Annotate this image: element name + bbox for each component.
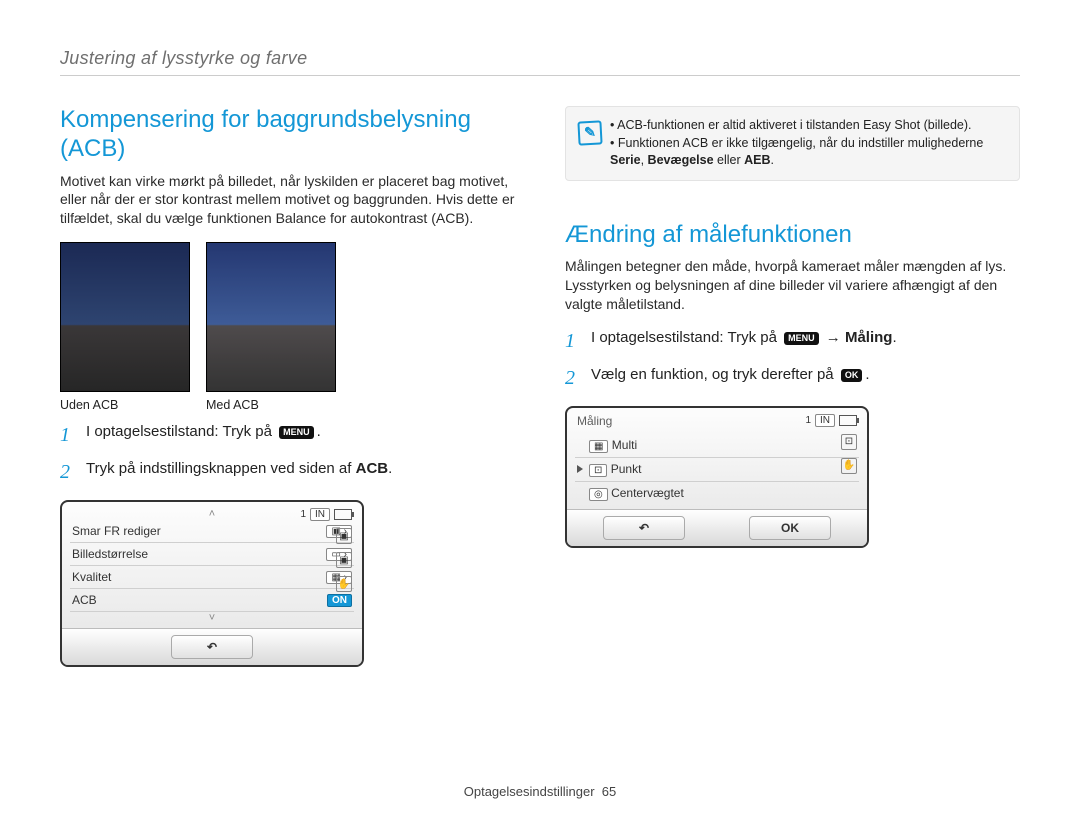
mode-icon: ▣ bbox=[336, 528, 352, 544]
step1-tail: . bbox=[317, 423, 321, 440]
step-number: 2 bbox=[60, 459, 76, 486]
side-icons: ▣ ▣ ✋ bbox=[336, 528, 352, 592]
heading-metering: Ændring af målefunktionen bbox=[565, 221, 1020, 250]
caption-with-acb: Med ACB bbox=[206, 398, 334, 412]
step2-tail: . bbox=[388, 460, 392, 477]
left-column: Kompensering for baggrundsbelysning (ACB… bbox=[60, 106, 515, 667]
caption-without-acb: Uden ACB bbox=[60, 398, 188, 412]
option-label: Multi bbox=[612, 438, 637, 452]
note-line-2: Funktionen ACB er ikke tilgængelig, når … bbox=[610, 135, 1005, 170]
option-label: Punkt bbox=[611, 462, 642, 476]
step-number: 1 bbox=[60, 422, 76, 449]
metering-option-spot[interactable]: ⊡ Punkt bbox=[575, 458, 859, 482]
step1-b: Måling bbox=[845, 329, 893, 346]
step1-a: I optagelsestilstand: Tryk på bbox=[591, 329, 781, 346]
menu-label: Smar FR rediger bbox=[72, 524, 161, 538]
menu-icon: MENU bbox=[784, 332, 819, 345]
battery-icon bbox=[839, 415, 857, 426]
note-line-1: ACB-funktionen er altid aktiveret i tils… bbox=[610, 117, 1005, 135]
step2-text-bold: ACB bbox=[356, 460, 389, 477]
option-label: Centervægtet bbox=[611, 486, 684, 500]
selection-indicator-icon bbox=[577, 465, 583, 473]
photo-with-acb bbox=[206, 242, 336, 392]
center-icon: ◎ bbox=[589, 488, 608, 501]
body-acb: Motivet kan virke mørkt på billedet, når… bbox=[60, 172, 515, 229]
step2-tail: . bbox=[865, 366, 869, 383]
menu-label: Billedstørrelse bbox=[72, 547, 148, 561]
metering-option-center[interactable]: ◎ Centervægtet bbox=[575, 482, 859, 505]
ok-button[interactable]: OK bbox=[749, 516, 831, 540]
info-note: ✎ ACB-funktionen er altid aktiveret i ti… bbox=[565, 106, 1020, 181]
menu-row-smart-fr[interactable]: Smar FR rediger ▣ › bbox=[70, 520, 354, 543]
step1-tail: . bbox=[892, 329, 896, 346]
page-footer: Optagelsesindstillinger 65 bbox=[0, 784, 1080, 799]
multi-icon: ▦ bbox=[589, 440, 608, 453]
anti-shake-icon: ✋ bbox=[336, 576, 352, 592]
note-icon: ✎ bbox=[577, 120, 602, 145]
step-number: 2 bbox=[565, 365, 581, 392]
menu-label: Kvalitet bbox=[72, 570, 111, 584]
example-images: Uden ACB Med ACB bbox=[60, 242, 515, 412]
status-count: 1 bbox=[300, 509, 306, 520]
footer-section: Optagelsesindstillinger bbox=[464, 784, 595, 799]
metering-option-multi[interactable]: ▦ Multi bbox=[575, 434, 859, 458]
arrow: → bbox=[822, 329, 845, 346]
right-step-1: 1 I optagelsestilstand: Tryk på MENU → M… bbox=[565, 328, 1020, 355]
footer-page-number: 65 bbox=[602, 784, 616, 799]
step2-a: Vælg en funktion, og tryk derefter på bbox=[591, 366, 838, 383]
menu-row-quality[interactable]: Kvalitet ▦ › bbox=[70, 566, 354, 589]
anti-shake-icon: ✋ bbox=[841, 458, 857, 474]
status-in-badge: IN bbox=[815, 414, 835, 427]
step-number: 1 bbox=[565, 328, 581, 355]
back-button[interactable]: ↶ bbox=[171, 635, 253, 659]
lcd-settings-menu: 1 IN ▣ ▣ ✋ ˄ Smar FR rediger ▣ › B bbox=[60, 500, 364, 667]
mode-icon: ▣ bbox=[336, 552, 352, 568]
photo-without-acb bbox=[60, 242, 190, 392]
spot-icon: ⊡ bbox=[589, 464, 607, 477]
mode-icon: ⊡ bbox=[841, 434, 857, 450]
menu-row-image-size[interactable]: Billedstørrelse ▭ › bbox=[70, 543, 354, 566]
status-in-badge: IN bbox=[310, 508, 330, 521]
status-bar: 1 IN bbox=[805, 414, 857, 427]
battery-icon bbox=[334, 509, 352, 520]
breadcrumb: Justering af lysstyrke og farve bbox=[60, 48, 1020, 76]
menu-label: ACB bbox=[72, 593, 97, 607]
back-button[interactable]: ↶ bbox=[603, 516, 685, 540]
step1-text: I optagelsestilstand: Tryk på bbox=[86, 423, 272, 440]
lcd-metering-menu: 1 IN ⊡ ✋ Måling ▦ Multi ⊡ Punkt bbox=[565, 406, 869, 548]
ok-icon: OK bbox=[841, 369, 863, 382]
heading-acb: Kompensering for baggrundsbelysning (ACB… bbox=[60, 106, 515, 164]
menu-icon: MENU bbox=[279, 426, 314, 439]
right-column: ✎ ACB-funktionen er altid aktiveret i ti… bbox=[565, 106, 1020, 667]
side-icons: ⊡ ✋ bbox=[841, 434, 857, 474]
status-count: 1 bbox=[805, 415, 811, 426]
status-bar: 1 IN bbox=[300, 508, 352, 521]
body-metering: Målingen betegner den måde, hvorpå kamer… bbox=[565, 257, 1020, 314]
menu-row-acb[interactable]: ACB ON bbox=[70, 589, 354, 612]
step2-text-a: Tryk på indstillingsknappen ved siden af bbox=[86, 460, 356, 477]
right-step-2: 2 Vælg en funktion, og tryk derefter på … bbox=[565, 365, 1020, 392]
left-step-1: 1 I optagelsestilstand: Tryk på MENU. bbox=[60, 422, 515, 449]
left-step-2: 2 Tryk på indstillingsknappen ved siden … bbox=[60, 459, 515, 486]
on-badge: ON bbox=[327, 594, 352, 607]
